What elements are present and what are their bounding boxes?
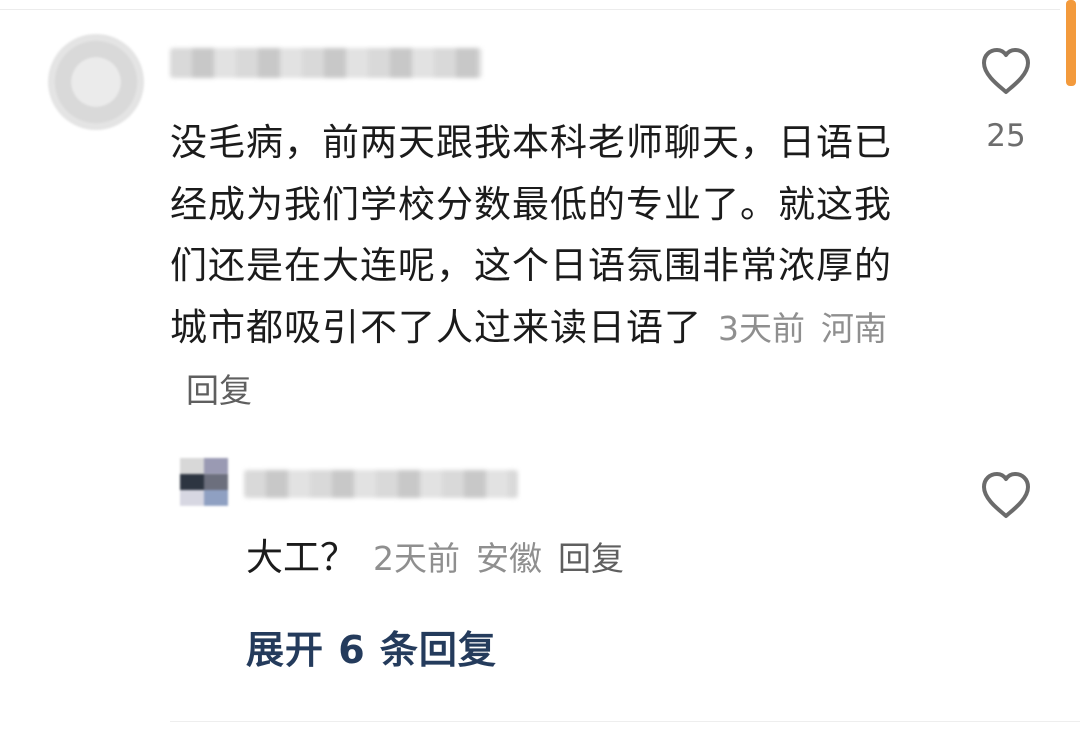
reply-button[interactable]: 回复 (186, 371, 252, 410)
avatar[interactable] (48, 34, 144, 130)
username-blurred[interactable] (170, 48, 482, 78)
reply-username-blurred[interactable] (244, 470, 518, 498)
scrollbar[interactable] (1066, 0, 1076, 86)
comment-body: 没毛病，前两天跟我本科老师聊天，日语已经成为我们学校分数最低的专业了。就这我们还… (170, 112, 900, 422)
comment-time: 3天前 (718, 308, 805, 348)
top-divider (0, 9, 1060, 10)
like-count: 25 (986, 118, 1026, 154)
reply-text: 大工？ (246, 536, 357, 579)
heart-outline-icon[interactable] (978, 470, 1034, 520)
bottom-divider (170, 721, 1080, 722)
reply-location: 安徽 (476, 539, 542, 578)
heart-outline-icon[interactable] (978, 46, 1034, 96)
reply-meta: 2天前 安徽 回复 (357, 539, 624, 578)
reply-body: 大工？ 2天前 安徽 回复 (246, 528, 624, 589)
reply-time: 2天前 (373, 539, 460, 578)
comment-location: 河南 (821, 308, 887, 348)
reply-to-reply-button[interactable]: 回复 (558, 539, 624, 578)
reply-avatar[interactable] (180, 458, 228, 506)
expand-replies-link[interactable]: 展开 6 条回复 (246, 622, 497, 678)
